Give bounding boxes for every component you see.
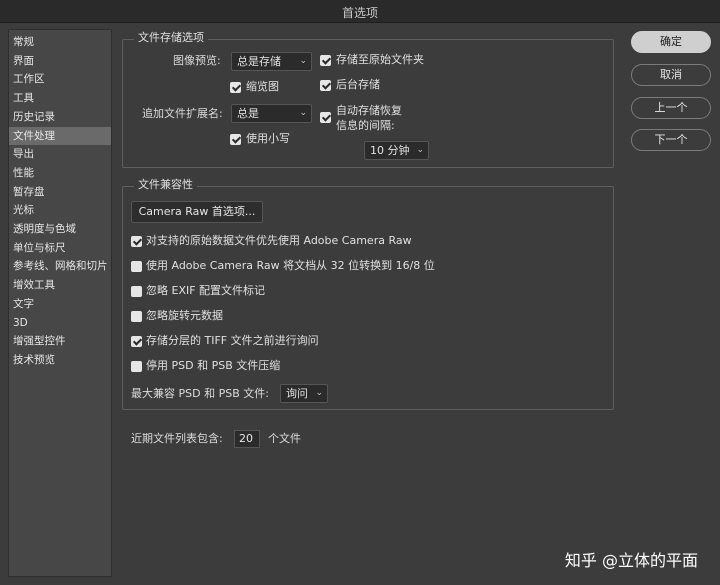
auto-recover-label-line1: 自动存储恢复 [336, 104, 402, 117]
compat-option-checkbox[interactable] [131, 336, 142, 347]
watermark: 知乎 @立体的平面 [564, 551, 698, 570]
file-save-options-title: 文件存储选项 [134, 31, 208, 45]
max-compat-select[interactable]: 询问 ⌄ [280, 384, 328, 403]
sidebar-item[interactable]: 增效工具 [9, 276, 111, 294]
max-compat-label: 最大兼容 PSD 和 PSB 文件: [131, 387, 269, 400]
sidebar-item[interactable]: 增强型控件 [9, 332, 111, 350]
next-button[interactable]: 下一个 [631, 129, 711, 151]
sidebar-item[interactable]: 3D [9, 314, 111, 332]
sidebar-item[interactable]: 常规 [9, 33, 111, 51]
auto-recover-label-line2: 信息的间隔: [336, 119, 395, 132]
auto-recover-checkbox[interactable] [320, 112, 331, 123]
background-save-label: 后台存储 [336, 78, 380, 91]
chevron-down-icon: ⌄ [315, 388, 323, 398]
save-original-folder-checkbox[interactable] [320, 55, 331, 66]
sidebar: 常规 界面 工作区 工具 历史记录 文件处理 导出 性能 暂存盘 光标 透明度与色域 单位与标尺 参考线… [8, 29, 112, 577]
interval-value: 10 分钟 [370, 144, 410, 157]
ok-button[interactable]: 确定 [631, 31, 711, 53]
compat-option-checkbox[interactable] [131, 311, 142, 322]
image-preview-label: 图像预览: [173, 54, 221, 67]
window-title: 首选项 [341, 6, 378, 20]
compat-option-checkbox[interactable] [131, 361, 142, 372]
sidebar-item[interactable]: 单位与标尺 [9, 239, 111, 257]
compat-option-checkbox[interactable] [131, 286, 142, 297]
compat-option-label: 使用 Adobe Camera Raw 将文档从 32 位转换到 16/8 位 [146, 259, 435, 272]
image-preview-select[interactable]: 总是存储 ⌄ [231, 52, 312, 71]
sidebar-item[interactable]: 文字 [9, 295, 111, 313]
extension-select[interactable]: 总是 ⌄ [231, 104, 312, 123]
camera-raw-prefs-button[interactable]: Camera Raw 首选项... [131, 201, 263, 223]
chevron-down-icon: ⌄ [416, 145, 424, 155]
sidebar-item[interactable]: 性能 [9, 164, 111, 182]
sidebar-item[interactable]: 导出 [9, 145, 111, 163]
extension-value: 总是 [237, 107, 259, 120]
compat-option-label: 对支持的原始数据文件优先使用 Adobe Camera Raw [146, 234, 412, 247]
compat-option-checkbox[interactable] [131, 236, 142, 247]
chevron-down-icon: ⌄ [299, 56, 307, 66]
compat-option-label: 停用 PSD 和 PSB 文件压缩 [146, 359, 281, 372]
image-preview-value: 总是存储 [237, 55, 281, 68]
compat-option-label: 忽略 EXIF 配置文件标记 [146, 284, 266, 297]
thumbnail-label: 缩览图 [246, 80, 279, 93]
recent-files-count-input[interactable]: 20 [234, 430, 260, 448]
recent-files-label: 近期文件列表包含: [131, 432, 223, 445]
sidebar-item[interactable]: 暂存盘 [9, 183, 111, 201]
sidebar-item[interactable]: 界面 [9, 52, 111, 70]
compat-option-label: 存储分层的 TIFF 文件之前进行询问 [146, 334, 319, 347]
lowercase-checkbox[interactable] [230, 134, 241, 145]
extension-label: 追加文件扩展名: [142, 107, 223, 120]
title-bar: 首选项 [0, 0, 720, 23]
save-original-folder-label: 存储至原始文件夹 [336, 53, 424, 66]
sidebar-item[interactable]: 光标 [9, 201, 111, 219]
sidebar-item[interactable]: 透明度与色域 [9, 220, 111, 238]
sidebar-item[interactable]: 技术预览 [9, 351, 111, 369]
background-save-checkbox[interactable] [320, 80, 331, 91]
prev-button[interactable]: 上一个 [631, 97, 711, 119]
thumbnail-checkbox[interactable] [230, 82, 241, 93]
compat-option-checkbox[interactable] [131, 261, 142, 272]
max-compat-value: 询问 [286, 387, 308, 400]
compat-option-label: 忽略旋转元数据 [146, 309, 223, 322]
lowercase-label: 使用小写 [246, 132, 290, 145]
sidebar-item[interactable]: 工具 [9, 89, 111, 107]
chevron-down-icon: ⌄ [299, 108, 307, 118]
sidebar-item[interactable]: 历史记录 [9, 108, 111, 126]
sidebar-item[interactable]: 工作区 [9, 70, 111, 88]
cancel-button[interactable]: 取消 [631, 64, 711, 86]
interval-select[interactable]: 10 分钟 ⌄ [364, 141, 429, 160]
file-compat-title: 文件兼容性 [134, 178, 197, 192]
sidebar-item[interactable]: 参考线、网格和切片 [9, 257, 111, 275]
recent-files-suffix: 个文件 [268, 432, 301, 445]
sidebar-item[interactable]: 文件处理 [9, 126, 111, 145]
